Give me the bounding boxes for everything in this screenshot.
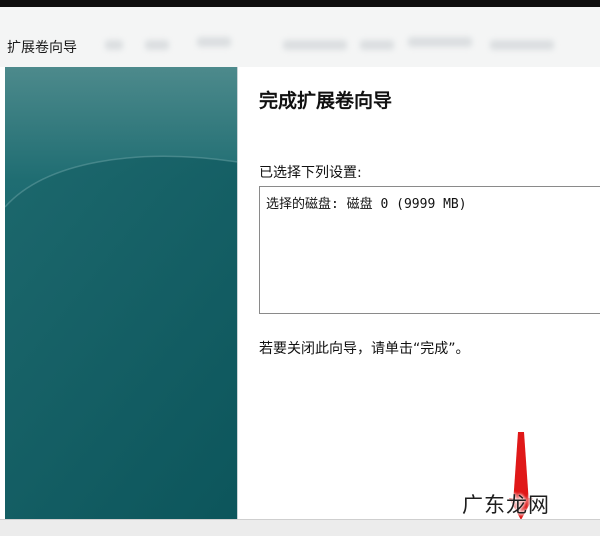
- page-title: 完成扩展卷向导: [259, 90, 393, 112]
- blurred-toolbar-item: [360, 40, 394, 50]
- blurred-toolbar-item: [105, 40, 123, 50]
- selected-settings-listbox[interactable]: 选择的磁盘: 磁盘 0 (9999 MB): [259, 186, 600, 314]
- close-instruction-text: 若要关闭此向导，请单击“完成”。: [259, 341, 470, 357]
- screen-top-edge: [0, 0, 600, 7]
- button-bar: [0, 519, 600, 536]
- settings-label: 已选择下列设置:: [259, 165, 362, 181]
- blurred-toolbar-item: [490, 40, 554, 50]
- sidebar-gradient-graphic: [5, 67, 238, 519]
- watermark-logo: 广东龙网: [462, 493, 550, 517]
- blurred-toolbar-item: [197, 37, 231, 47]
- title-bar: [0, 7, 600, 67]
- list-item: 选择的磁盘: 磁盘 0 (9999 MB): [266, 197, 467, 212]
- wizard-sidebar-banner: [5, 67, 238, 519]
- blurred-toolbar-item: [145, 40, 169, 50]
- sidebar-divider: [237, 67, 238, 519]
- blurred-toolbar-item: [408, 37, 472, 47]
- blurred-toolbar-item: [283, 40, 347, 50]
- window-title: 扩展卷向导: [7, 40, 77, 56]
